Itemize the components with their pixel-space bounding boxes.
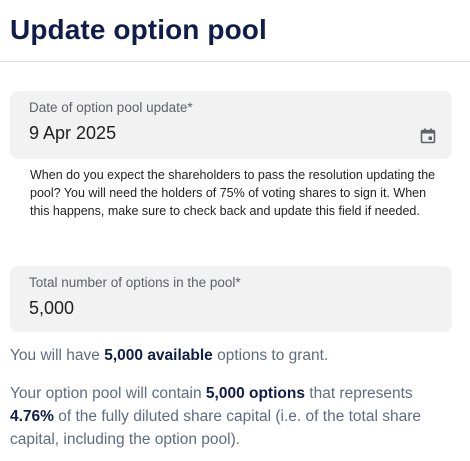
available-suffix: options to grant. bbox=[212, 347, 329, 364]
available-options-summary: You will have 5,000 available options to… bbox=[10, 344, 328, 367]
calendar-icon[interactable] bbox=[420, 128, 436, 144]
available-options-value: 5,000 available bbox=[104, 347, 213, 364]
contain-middle: that represents bbox=[304, 385, 413, 402]
option-pool-summary: Your option pool will contain 5,000 opti… bbox=[10, 382, 460, 451]
pool-percent-value: 4.76% bbox=[10, 408, 54, 425]
date-field-label: Date of option pool update* bbox=[29, 100, 193, 115]
date-field-helper-text: When do you expect the shareholders to p… bbox=[30, 168, 436, 218]
total-options-field-label: Total number of options in the pool* bbox=[29, 275, 241, 290]
date-field-value[interactable]: 9 Apr 2025 bbox=[29, 123, 116, 144]
page-title: Update option pool bbox=[10, 14, 267, 45]
page-header: Update option pool bbox=[0, 0, 470, 62]
contain-prefix: Your option pool will contain bbox=[10, 385, 206, 402]
contain-suffix: of the fully diluted share capital (i.e.… bbox=[10, 408, 421, 448]
pool-options-value: 5,000 options bbox=[205, 385, 305, 402]
available-prefix: You will have bbox=[10, 347, 105, 364]
total-options-field[interactable]: Total number of options in the pool* 5,0… bbox=[10, 266, 452, 332]
date-of-option-pool-update-field[interactable]: Date of option pool update* 9 Apr 2025 bbox=[10, 91, 452, 159]
total-options-field-value[interactable]: 5,000 bbox=[29, 298, 74, 319]
